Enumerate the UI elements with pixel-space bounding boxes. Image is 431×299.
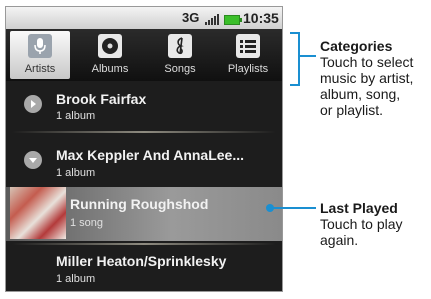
tab-albums[interactable]: Albums [80, 31, 140, 79]
divider [12, 131, 276, 133]
item-title: Brook Fairfax [56, 91, 147, 107]
tab-songs[interactable]: Songs [150, 31, 210, 79]
category-tabs: Artists Albums Songs Playlists [6, 29, 282, 81]
callout-text: again. [320, 232, 359, 248]
item-subtitle: 1 album [56, 273, 96, 285]
last-played-pointer [266, 204, 316, 212]
item-subtitle: 1 album [56, 110, 96, 122]
album-icon [98, 34, 122, 58]
last-played-callout: Last Played Touch to play again. [320, 200, 403, 248]
list-item-max-keppler[interactable]: Max Keppler And AnnaLee... 1 album [6, 137, 282, 179]
categories-callout: Categories Touch to select music by arti… [320, 38, 413, 118]
tab-label: Playlists [227, 63, 269, 75]
list-icon [236, 34, 260, 58]
callout-title: Last Played [320, 200, 398, 216]
categories-bracket [290, 32, 300, 86]
list-item-brook-fairfax[interactable]: Brook Fairfax 1 album [6, 85, 282, 125]
album-art-thumbnail [10, 187, 66, 239]
callout-text: or playlist. [320, 102, 384, 118]
item-title: Miller Heaton/Sprinklesky [56, 253, 227, 269]
microphone-icon [28, 34, 52, 58]
list-item-miller-heaton[interactable]: Miller Heaton/Sprinklesky 1 album [6, 245, 282, 285]
tab-artists[interactable]: Artists [10, 31, 70, 79]
item-subtitle: 1 album [56, 167, 96, 179]
status-bar: 3G 10:35 [6, 7, 282, 29]
tab-label: Albums [91, 63, 129, 75]
item-title: Running Roughshod [70, 196, 209, 212]
tab-label: Songs [164, 63, 196, 75]
tab-playlists[interactable]: Playlists [218, 31, 278, 79]
expand-arrow-icon[interactable] [24, 95, 42, 113]
battery-icon [224, 15, 242, 25]
music-note-icon [168, 34, 192, 58]
collapse-arrow-icon[interactable] [24, 151, 42, 169]
list-item-running-roughshod[interactable]: Running Roughshod 1 song [6, 187, 282, 241]
item-subtitle: 1 song [70, 217, 104, 229]
clock: 10:35 [243, 10, 279, 26]
callout-title: Categories [320, 38, 393, 54]
tab-label: Artists [24, 63, 56, 75]
callout-text: Touch to select [320, 54, 414, 70]
network-indicator: 3G [182, 10, 200, 25]
phone-screen: 3G 10:35 Artists Albums Songs Playlists … [5, 6, 283, 292]
categories-connector [300, 55, 316, 57]
callout-text: Touch to play [320, 216, 403, 232]
callout-text: album, song, [320, 86, 401, 102]
signal-icon [205, 13, 219, 25]
callout-text: music by artist, [320, 70, 414, 86]
item-title: Max Keppler And AnnaLee... [56, 147, 244, 163]
